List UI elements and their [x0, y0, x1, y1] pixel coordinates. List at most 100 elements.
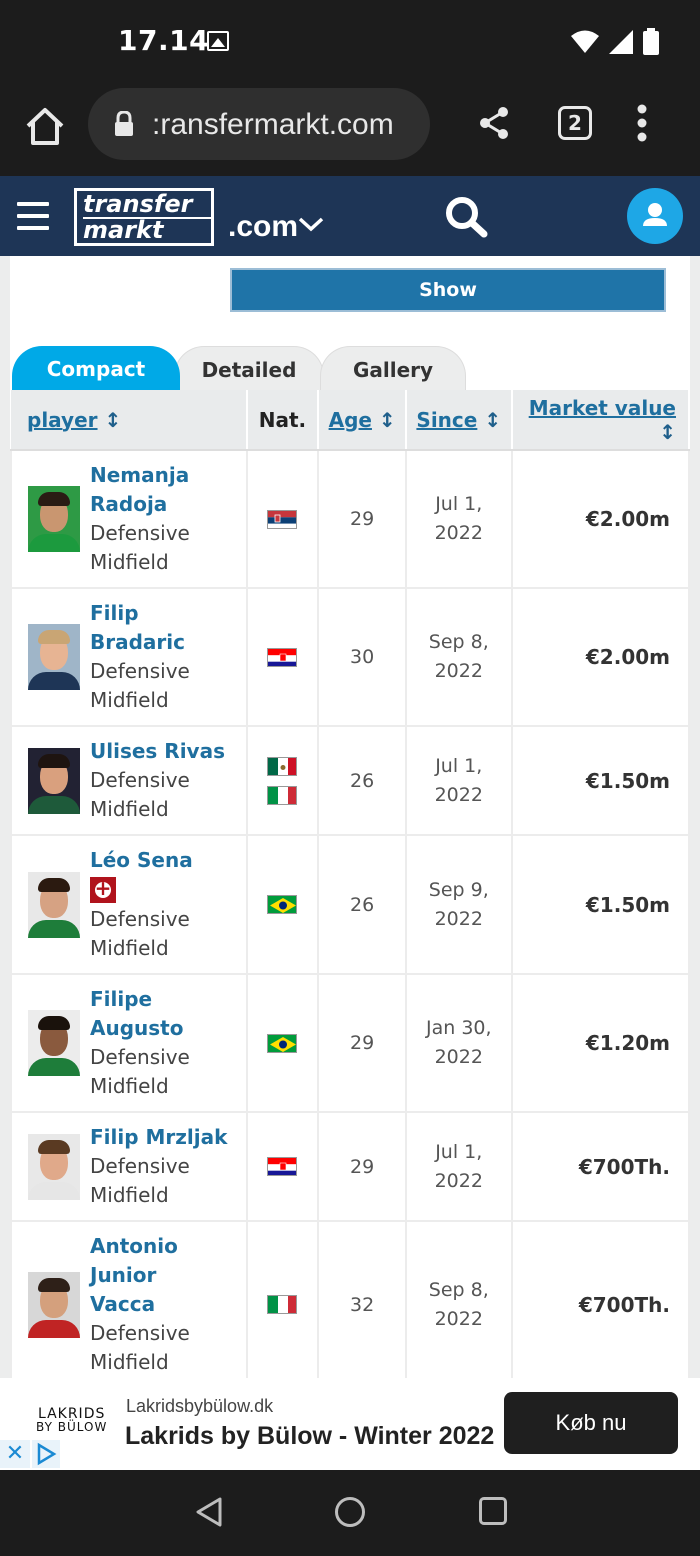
chevron-down-icon[interactable] — [298, 216, 324, 232]
back-icon[interactable] — [194, 1496, 224, 1528]
age-cell: 26 — [317, 834, 407, 975]
transfermarkt-logo[interactable]: transfer markt — [72, 186, 216, 248]
player-column-header[interactable]: player ↕ — [11, 390, 248, 451]
site-header: transfer markt .com — [0, 176, 700, 256]
battery-icon — [643, 28, 659, 55]
sort-icon: ↕ — [659, 419, 676, 444]
nationality-cell — [245, 1220, 320, 1378]
table-row[interactable]: Nemanja Radoja Defensive Midfield 29 Jul 1… — [10, 449, 691, 589]
since-cell: Jan 30, 2022 — [404, 973, 513, 1113]
player-cell: Filipe Augusto Defensive Midfield — [10, 973, 248, 1113]
age-cell: 29 — [317, 1111, 407, 1222]
show-button[interactable]: Show — [230, 268, 666, 312]
player-cell: Antonio Junior Vacca Defensive Midfield — [10, 1220, 248, 1378]
player-cell: Filip Bradaric Defensive Midfield — [10, 587, 248, 727]
player-name-link[interactable]: Filip Mrzljak — [90, 1123, 227, 1152]
player-photo[interactable] — [28, 747, 80, 814]
player-photo[interactable] — [28, 1271, 80, 1338]
recents-icon[interactable] — [479, 1497, 507, 1525]
since-cell: Sep 8, 2022 — [404, 1220, 513, 1378]
sort-icon: ↕ — [104, 407, 122, 432]
address-bar[interactable]: :ransfermarkt.com — [88, 88, 430, 160]
market-value-cell[interactable]: €700Th. — [510, 1111, 691, 1222]
share-icon[interactable] — [478, 106, 510, 140]
player-name-link[interactable]: Filipe Augusto — [90, 985, 240, 1043]
market-value-cell[interactable]: €1.20m — [510, 973, 691, 1113]
tab-gallery[interactable]: Gallery — [320, 346, 466, 392]
market-value-cell[interactable]: €700Th. — [510, 1220, 691, 1378]
player-position: Defensive Midfield — [90, 1154, 190, 1207]
market-value-cell[interactable]: €1.50m — [510, 834, 691, 975]
flag-serbia-icon — [267, 509, 298, 529]
player-photo[interactable] — [28, 1133, 80, 1200]
flag-croatia-icon — [267, 647, 298, 667]
flag-italy-icon — [267, 785, 298, 805]
nationality-column-header: Nat. — [246, 390, 320, 451]
injury-icon[interactable] — [90, 874, 116, 903]
flag-italy-icon — [267, 1295, 298, 1314]
table-row[interactable]: Léo Sena DefensiveMidfield 26 Sep 9,2022… — [10, 834, 691, 975]
ad-banner[interactable]: LAKRIDS BY BÜLOW Lakridsbybülow.dk Lakri… — [0, 1378, 700, 1470]
home-nav-icon[interactable] — [335, 1497, 365, 1527]
ad-domain: Lakridsbybülow.dk — [126, 1396, 274, 1416]
lock-icon — [115, 111, 133, 136]
nationality-cell — [245, 587, 320, 727]
ad-close-icon[interactable]: ✕ — [0, 1440, 30, 1468]
since-cell: Sep 8, 2022 — [404, 587, 513, 727]
domain-selector[interactable]: .com — [228, 210, 298, 244]
player-position: Defensive Midfield — [90, 521, 190, 574]
player-photo[interactable] — [28, 624, 80, 690]
since-column-header[interactable]: Since ↕ — [405, 390, 513, 451]
ad-choices-icon[interactable] — [32, 1440, 60, 1468]
player-name-link[interactable]: Antonio Junior Vacca — [90, 1232, 240, 1319]
player-name-link[interactable]: Ulises Rivas — [90, 737, 225, 766]
nationality-cell — [245, 725, 320, 836]
player-position: Defensive Midfield — [90, 659, 190, 712]
player-photo[interactable] — [28, 486, 80, 552]
age-cell: 30 — [317, 587, 407, 727]
search-icon[interactable] — [444, 196, 488, 238]
table-row[interactable]: Filip Mrzljak Defensive Midfield 29 Jul 1… — [10, 1111, 691, 1222]
age-column-header[interactable]: Age ↕ — [318, 390, 407, 451]
tab-switcher-button[interactable]: 2 — [558, 106, 592, 140]
player-cell: Filip Mrzljak Defensive Midfield — [10, 1111, 248, 1222]
flag-mexico-icon — [267, 756, 298, 776]
browser-toolbar: :ransfermarkt.com 2 — [0, 84, 700, 176]
ad-cta-button[interactable]: Køb nu — [504, 1392, 678, 1454]
flag-croatia-icon — [267, 1157, 298, 1176]
table-row[interactable]: Ulises Rivas Defensive Midfield 26 Jul 1,… — [10, 725, 691, 836]
user-account-button[interactable] — [627, 188, 683, 244]
player-name-link[interactable]: Léo Sena — [90, 846, 193, 875]
player-name-link[interactable]: Filip Bradaric — [90, 599, 240, 657]
signal-icon — [609, 30, 633, 54]
ad-title[interactable]: Lakrids by Bülow - Winter 2022 — [125, 1422, 494, 1451]
sort-icon: ↕ — [484, 407, 502, 432]
user-icon — [643, 203, 667, 226]
since-cell: Jul 1, 2022 — [404, 725, 513, 836]
overflow-menu-icon[interactable] — [636, 104, 648, 142]
player-photo[interactable] — [28, 871, 80, 938]
market-value-cell[interactable]: €2.00m — [510, 587, 691, 727]
player-photo[interactable] — [28, 1010, 80, 1076]
status-bar: 17.14 — [0, 0, 700, 84]
table-row[interactable]: Filip Bradaric Defensive Midfield 30 Sep … — [10, 587, 691, 727]
market-value-column-header[interactable]: Market value ↕ — [511, 390, 691, 451]
player-cell: Léo Sena DefensiveMidfield — [10, 834, 248, 975]
home-icon[interactable] — [24, 106, 66, 148]
nationality-cell — [245, 1111, 320, 1222]
tab-detailed[interactable]: Detailed — [174, 346, 324, 392]
ad-logo: LAKRIDS BY BÜLOW — [36, 1406, 108, 1434]
table-row[interactable]: Antonio Junior Vacca Defensive Midfield 32… — [10, 1220, 691, 1378]
nationality-cell — [245, 973, 320, 1113]
player-name-link[interactable]: Nemanja Radoja — [90, 461, 190, 519]
tab-compact[interactable]: Compact — [12, 346, 180, 392]
player-cell: Nemanja Radoja Defensive Midfield — [10, 449, 248, 589]
hamburger-menu-icon[interactable] — [17, 202, 49, 230]
market-value-cell[interactable]: €2.00m — [510, 449, 691, 589]
since-cell: Jul 1, 2022 — [404, 449, 513, 589]
player-cell: Ulises Rivas Defensive Midfield — [10, 725, 248, 836]
market-value-cell[interactable]: €1.50m — [510, 725, 691, 836]
image-notification-icon — [207, 31, 229, 51]
table-row[interactable]: Filipe Augusto Defensive Midfield 29 Jan … — [10, 973, 691, 1113]
age-cell: 32 — [317, 1220, 407, 1378]
